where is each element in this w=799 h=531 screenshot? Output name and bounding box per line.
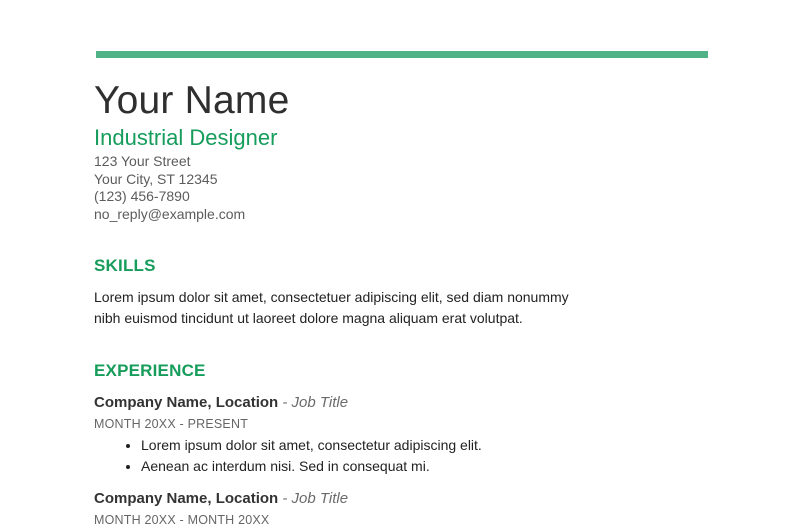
job-heading: Company Name, Location - Job Title [94, 393, 714, 412]
resume-document: Your Name Industrial Designer 123 Your S… [94, 78, 714, 528]
candidate-name: Your Name [94, 79, 290, 122]
job-dates: MONTH 20XX - PRESENT [94, 417, 249, 431]
skills-text: Lorem ipsum dolor sit amet, consectetuer… [94, 289, 569, 326]
job-heading: Company Name, Location - Job Title [94, 489, 714, 508]
job-dates: MONTH 20XX - MONTH 20XX [94, 513, 270, 527]
job-company: Company Name, Location [94, 394, 279, 411]
candidate-role: Industrial Designer [94, 125, 278, 150]
experience-heading: EXPERIENCE [94, 361, 206, 380]
job-bullet: Aenean ac interdum nisi. Sed in consequa… [141, 456, 714, 477]
contact-block: 123 Your Street Your City, ST 12345 (123… [94, 153, 714, 223]
job-bullet: Lorem ipsum dolor sit amet, consectetur … [141, 435, 714, 456]
contact-email: no_reply@example.com [94, 205, 246, 222]
header-accent-rule [96, 51, 708, 58]
job-bullets: Lorem ipsum dolor sit amet, consectetur … [94, 435, 714, 477]
contact-city: Your City, ST 12345 [94, 170, 218, 187]
job-entry-1: Company Name, Location - Job Title MONTH… [94, 393, 714, 477]
job-separator: - [278, 490, 292, 507]
job-entry-2: Company Name, Location - Job Title MONTH… [94, 489, 714, 528]
job-title: Job Title [291, 394, 349, 411]
job-company: Company Name, Location [94, 490, 279, 507]
job-title: Job Title [291, 490, 349, 507]
job-separator: - [278, 394, 292, 411]
contact-phone: (123) 456-7890 [94, 188, 190, 204]
skills-heading: SKILLS [94, 256, 156, 275]
contact-street: 123 Your Street [94, 153, 191, 169]
